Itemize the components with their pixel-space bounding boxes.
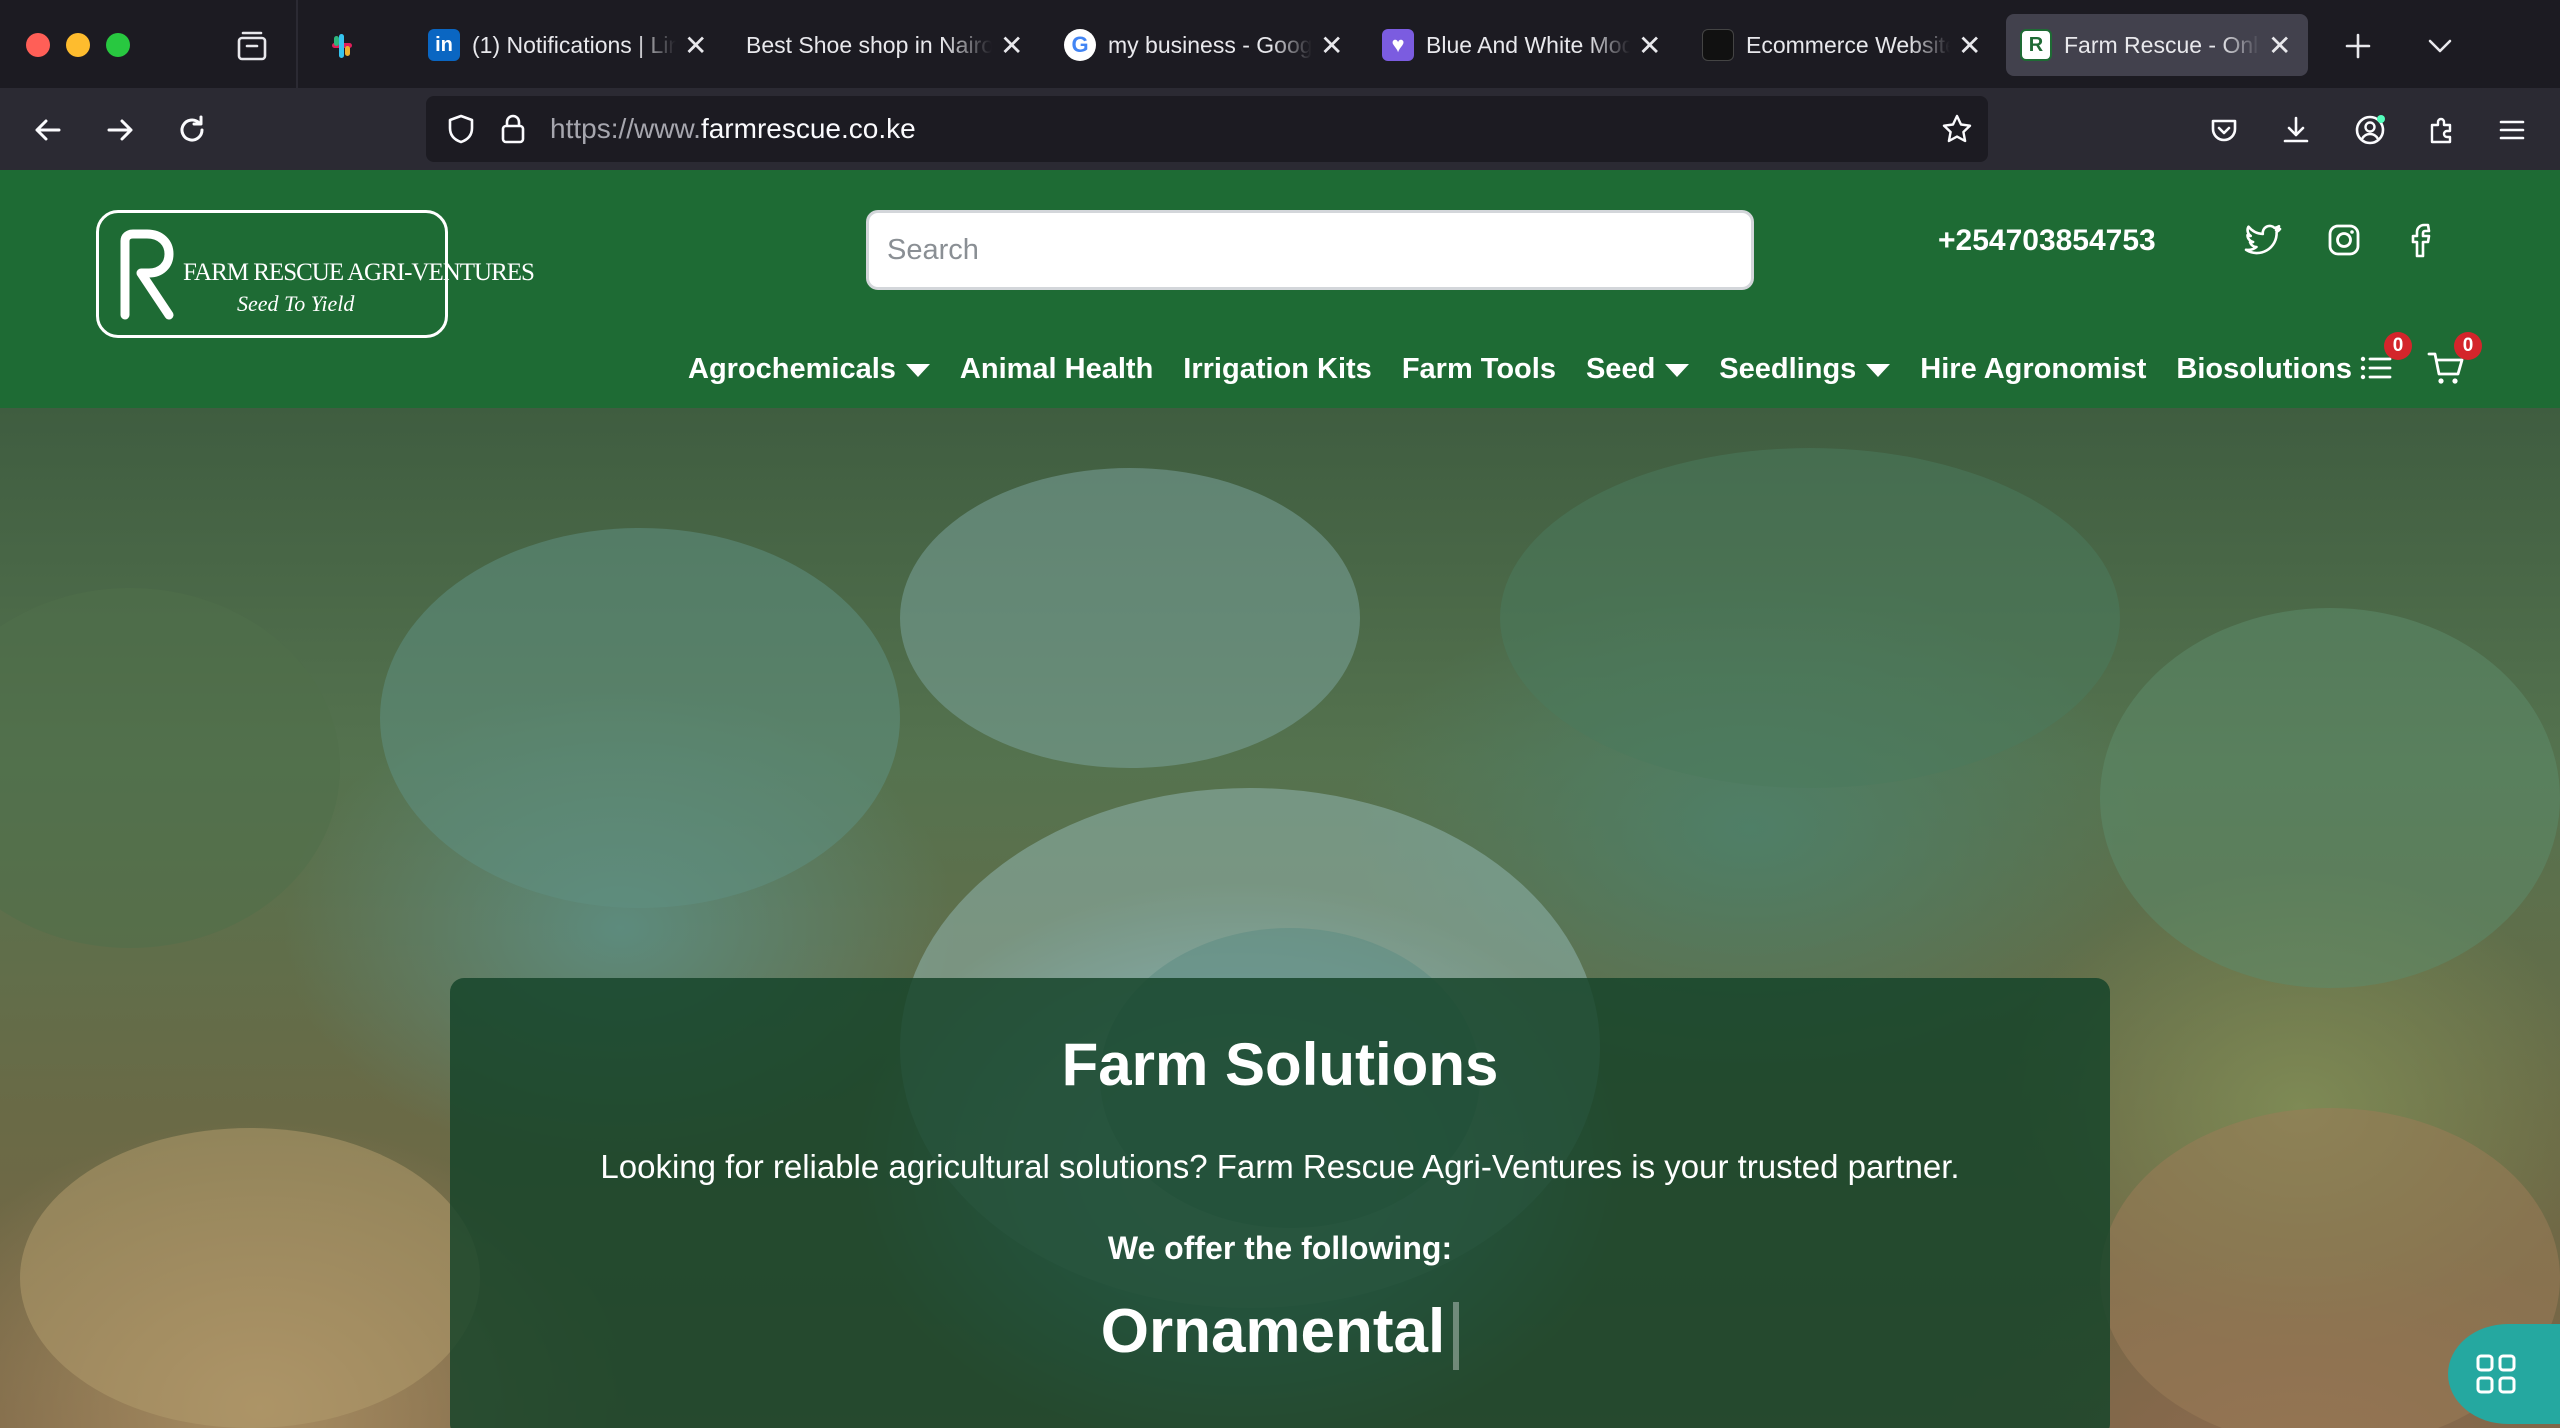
tab-title: Best Shoe shop in Nairobi <box>746 31 992 58</box>
url-text[interactable]: https://www.farmrescue.co.ke <box>550 113 916 145</box>
typed-word: Ornamental <box>1100 1297 1446 1366</box>
pocket-icon[interactable] <box>2202 108 2246 152</box>
close-icon[interactable]: ✕ <box>1000 29 1023 62</box>
facebook-icon[interactable] <box>2404 220 2444 260</box>
tab-linkedin[interactable]: in (1) Notifications | LinkedIn ✕ <box>428 14 707 76</box>
nav-seed[interactable]: Seed <box>1585 352 1690 386</box>
site-header: FARM RESCUE AGRI-VENTURES Seed To Yield … <box>0 170 2560 408</box>
url-prefix: https://www. <box>550 113 701 144</box>
nav-irrigation-kits[interactable]: Irrigation Kits <box>1183 353 1372 386</box>
logo-tagline: Seed To Yield <box>237 291 355 316</box>
lock-icon[interactable] <box>494 110 532 148</box>
nav-animal-health[interactable]: Animal Health <box>960 353 1153 386</box>
google-icon: G <box>1064 29 1096 61</box>
slack-icon <box>332 34 352 58</box>
hero-description: Looking for reliable agricultural soluti… <box>600 1148 1960 1185</box>
caret-down-icon <box>1665 363 1690 377</box>
nav-hire-agronomist[interactable]: Hire Agronomist <box>1920 353 2146 386</box>
logo-name: FARM RESCUE AGRI-VENTURES <box>183 259 535 286</box>
tab-overview-icon[interactable] <box>232 26 272 66</box>
typing-cursor <box>1453 1301 1460 1370</box>
tab-ecommerce[interactable]: Ecommerce Website ✕ <box>1702 14 1981 76</box>
nav-label: Farm Tools <box>1401 352 1556 385</box>
reload-icon <box>180 115 204 142</box>
wishlist-count-badge: 0 <box>2384 332 2412 360</box>
search-input[interactable] <box>866 210 1754 290</box>
hero-title: Farm Solutions <box>1061 1031 1499 1098</box>
tab-title: Farm Rescue - Online <box>2064 31 2260 58</box>
slack-pinned-tab[interactable] <box>322 26 362 66</box>
floating-apps-button[interactable] <box>2448 1324 2560 1424</box>
heart-icon: ♥ <box>1382 29 1414 61</box>
close-icon[interactable]: ✕ <box>1320 29 1343 62</box>
nav-label: Seed <box>1585 352 1656 385</box>
new-tab-button[interactable] <box>2338 26 2378 66</box>
tab-title: my business - Google Search <box>1108 31 1312 58</box>
chevron-down-icon <box>2428 39 2452 53</box>
url-domain: farmrescue.co.ke <box>700 113 916 144</box>
arrow-right-icon <box>107 119 133 141</box>
nav-label: Irrigation Kits <box>1183 352 1372 385</box>
nav-label: Hire Agronomist <box>1920 352 2147 385</box>
nav-biosolutions[interactable]: Biosolutions <box>2176 353 2352 386</box>
nav-label: Seedlings <box>1719 352 1857 385</box>
tab-separator <box>296 0 298 88</box>
nav-label: Animal Health <box>959 352 1154 385</box>
tab-shoe-shop[interactable]: Best Shoe shop in Nairobi ✕ <box>746 14 1023 76</box>
logo-r-mark-icon <box>120 229 174 320</box>
hero-section: Farm Solutions Looking for reliable agri… <box>0 408 2560 1428</box>
account-icon[interactable] <box>2348 108 2392 152</box>
wishlist-button[interactable]: 0 <box>2356 332 2412 388</box>
tab-title: Ecommerce Website <box>1746 31 1950 58</box>
farm-rescue-icon: R <box>2020 29 2052 61</box>
nav-label: Agrochemicals <box>688 352 896 385</box>
hamburger-menu-icon[interactable] <box>2490 108 2534 152</box>
shield-icon[interactable] <box>442 110 480 148</box>
close-window-button[interactable] <box>26 33 50 57</box>
maximize-window-button[interactable] <box>106 33 130 57</box>
phone-number[interactable]: +254703854753 <box>1938 224 2156 258</box>
caret-down-icon <box>905 363 930 377</box>
grid-icon <box>2476 1354 2516 1394</box>
extensions-icon[interactable] <box>2420 108 2464 152</box>
instagram-icon[interactable] <box>2324 220 2364 260</box>
tab-title: Blue And White Modern <box>1426 31 1630 58</box>
linkedin-icon: in <box>428 29 460 61</box>
hero-subtitle: We offer the following: <box>1107 1230 1453 1266</box>
tab-blue-white[interactable]: ♥ Blue And White Modern ✕ <box>1382 14 1661 76</box>
address-bar[interactable]: https://www.farmrescue.co.ke <box>426 96 1988 162</box>
caret-down-icon <box>1866 363 1891 377</box>
tab-farm-rescue[interactable]: R Farm Rescue - Online ✕ <box>2006 14 2308 76</box>
close-icon[interactable]: ✕ <box>1958 29 1981 62</box>
main-nav: Agrochemicals Animal Health Irrigation K… <box>688 346 2382 392</box>
back-button[interactable] <box>26 108 70 152</box>
dark-site-icon <box>1702 29 1734 61</box>
plus-icon <box>2345 33 2371 59</box>
nav-seedlings[interactable]: Seedlings <box>1719 352 1891 386</box>
nav-label: Biosolutions <box>2176 352 2353 385</box>
hero-overlay-card: Farm Solutions Looking for reliable agri… <box>450 978 2110 1428</box>
browser-toolbar: https://www.farmrescue.co.ke <box>0 88 2560 170</box>
hero-typed-text: Ornamental <box>450 1296 2110 1370</box>
close-icon[interactable]: ✕ <box>684 29 707 62</box>
arrow-left-icon <box>35 119 61 141</box>
forward-button[interactable] <box>98 108 142 152</box>
cart-count-badge: 0 <box>2454 332 2482 360</box>
close-icon[interactable]: ✕ <box>2268 29 2291 62</box>
list-tabs-button[interactable] <box>2420 26 2460 66</box>
nav-agrochemicals[interactable]: Agrochemicals <box>688 353 930 386</box>
browser-tab-bar: in (1) Notifications | LinkedIn ✕ Best S… <box>0 0 2560 88</box>
close-icon[interactable]: ✕ <box>1638 29 1661 62</box>
twitter-icon[interactable] <box>2244 220 2284 260</box>
reload-button[interactable] <box>170 108 214 152</box>
tab-title: (1) Notifications | LinkedIn <box>472 31 676 58</box>
bookmark-star-icon[interactable] <box>1938 110 1976 148</box>
site-logo[interactable]: FARM RESCUE AGRI-VENTURES Seed To Yield <box>96 210 535 338</box>
cart-button[interactable]: 0 <box>2426 332 2482 388</box>
download-icon[interactable] <box>2274 108 2318 152</box>
nav-farm-tools[interactable]: Farm Tools <box>1402 353 1556 386</box>
minimize-window-button[interactable] <box>66 33 90 57</box>
tab-google[interactable]: G my business - Google Search ✕ <box>1064 14 1343 76</box>
